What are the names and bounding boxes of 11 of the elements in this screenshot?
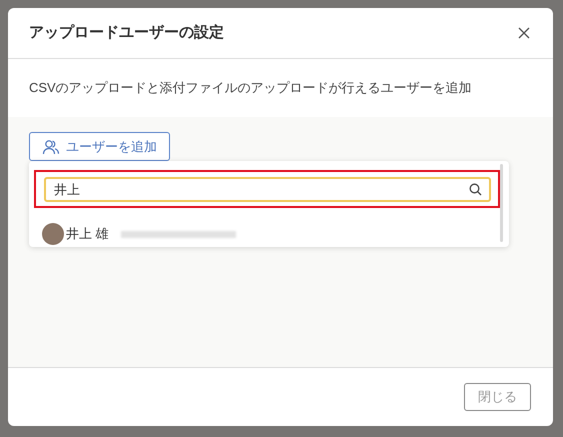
dialog-title: アップロードユーザーの設定 [29,22,224,43]
user-option[interactable]: 井上 雄 [42,223,236,245]
users-icon [42,138,60,154]
add-user-button[interactable]: ユーザーを追加 [29,132,170,161]
search-field[interactable]: 井上 [44,177,491,202]
dialog-description: CSVのアップロードと添付ファイルのアップロードが行えるユーザーを追加 [29,79,472,98]
user-name: 井上 雄 [66,225,109,244]
close-icon [518,27,530,39]
search-icon [469,183,482,196]
avatar [42,223,64,245]
close-button[interactable] [516,25,532,41]
